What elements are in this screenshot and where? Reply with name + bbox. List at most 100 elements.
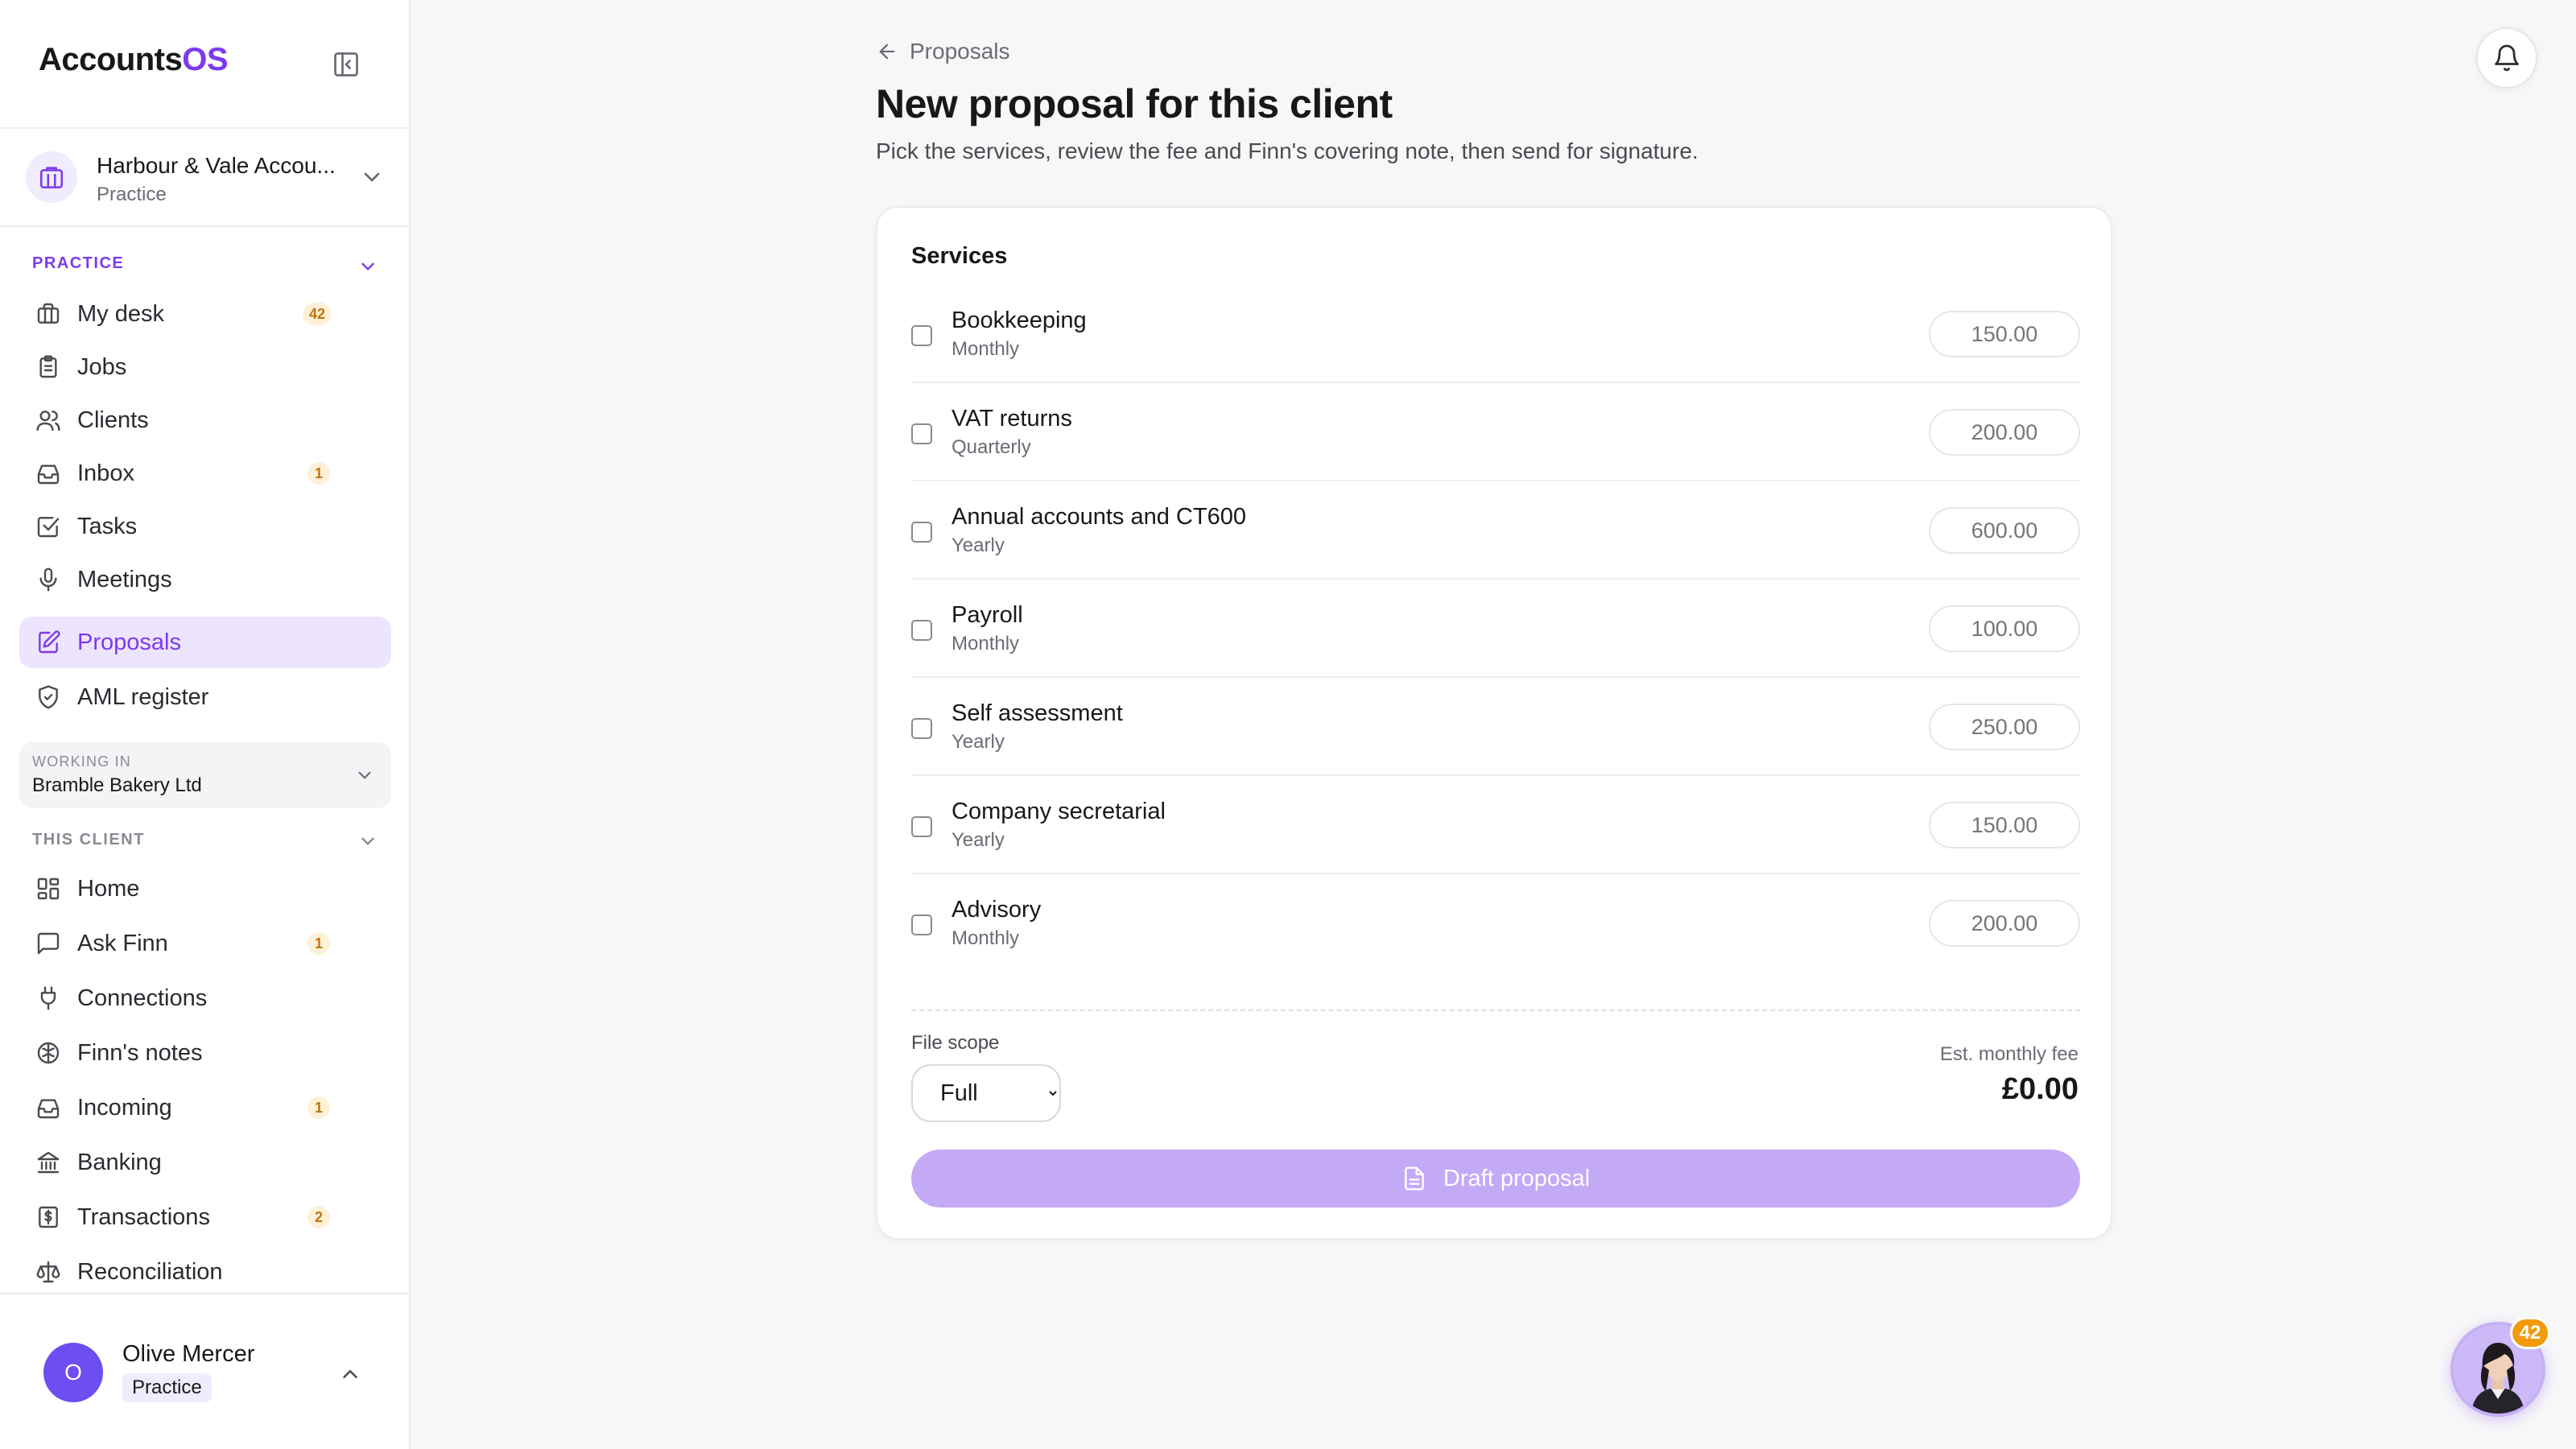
shield-icon <box>39 685 58 709</box>
file-scope-select[interactable]: Full <box>911 1064 1061 1122</box>
sidebar-item-proposals[interactable]: Proposals <box>19 617 391 668</box>
sidebar-item-inbox[interactable]: Inbox 1 <box>19 448 391 499</box>
sidebar: AccountsOS Harbour & Vale Accou... Pract… <box>0 0 411 1449</box>
chevron-down-icon <box>358 771 371 779</box>
page-subtitle: Pick the services, review the fee and Fi… <box>876 138 1699 163</box>
service-name: Advisory <box>952 897 1042 923</box>
divider <box>911 1009 2080 1011</box>
service-name: Company secretarial <box>952 799 1166 824</box>
draft-proposal-button[interactable]: Draft proposal <box>911 1150 2080 1208</box>
service-name: Payroll <box>952 602 1023 628</box>
service-checkbox[interactable] <box>911 620 932 641</box>
service-checkbox[interactable] <box>911 718 932 739</box>
logo-accent-text: OS <box>182 42 229 77</box>
app-logo[interactable]: AccountsOS <box>39 42 229 78</box>
service-price-input[interactable] <box>1929 704 2080 750</box>
sidebar-item-label: Incoming <box>77 1095 172 1121</box>
sidebar-item-incoming[interactable]: Incoming 1 <box>19 1082 391 1133</box>
notifications-button[interactable] <box>2476 27 2537 89</box>
draft-proposal-label: Draft proposal <box>1443 1165 1591 1191</box>
service-row-company-secretarial: Company secretarial Yearly £ <box>911 776 2080 874</box>
service-checkbox[interactable] <box>911 522 932 543</box>
service-row-advisory: Advisory Monthly £ <box>911 874 2080 972</box>
service-checkbox[interactable] <box>911 423 932 444</box>
sidebar-item-ask-finn[interactable]: Ask Finn 1 <box>19 918 391 969</box>
sidebar-item-banking[interactable]: Banking <box>19 1137 391 1188</box>
plug-icon <box>40 986 56 1010</box>
sidebar-item-meetings[interactable]: Meetings <box>19 554 391 605</box>
inbox-icon <box>37 464 60 485</box>
client-section-title: THIS CLIENT <box>32 831 145 848</box>
sidebar-item-label: Meetings <box>77 567 172 592</box>
scales-icon <box>36 1261 60 1283</box>
assistant-notification-badge: 42 <box>2510 1317 2550 1349</box>
sidebar-item-finns-notes[interactable]: Finn's notes <box>19 1027 391 1079</box>
chevron-up-icon <box>343 1370 357 1378</box>
chevron-down-icon <box>364 172 380 182</box>
working-in-client-selector[interactable]: WORKING IN Bramble Bakery Ltd <box>19 742 391 808</box>
working-in-label: WORKING IN <box>32 753 131 770</box>
service-price-input[interactable] <box>1929 311 2080 357</box>
service-row-payroll: Payroll Monthly £ <box>911 580 2080 678</box>
sidebar-item-label: Transactions <box>77 1204 210 1230</box>
user-role-badge: Practice <box>122 1373 212 1402</box>
service-frequency: Monthly <box>952 633 1020 654</box>
service-price-input[interactable] <box>1929 409 2080 456</box>
receipt-icon <box>39 1206 58 1228</box>
sidebar-item-label: Banking <box>77 1150 162 1175</box>
service-frequency: Yearly <box>952 535 1005 556</box>
sidebar-item-my-desk[interactable]: My desk 42 <box>19 288 391 340</box>
practice-section-chevron-icon[interactable] <box>357 256 378 277</box>
bell-icon <box>2495 44 2519 72</box>
users-icon <box>36 411 60 431</box>
breadcrumb[interactable]: Proposals <box>876 39 1010 64</box>
microphone-icon <box>39 568 57 592</box>
page-title: New proposal for this client <box>876 81 1393 126</box>
service-checkbox[interactable] <box>911 325 932 346</box>
chat-icon <box>37 932 60 955</box>
service-frequency: Yearly <box>952 829 1005 851</box>
bank-icon <box>37 1151 60 1174</box>
practice-switcher[interactable]: Harbour & Vale Accou... Practice <box>0 129 409 227</box>
sidebar-item-clients[interactable]: Clients <box>19 394 391 446</box>
service-frequency: Yearly <box>952 731 1005 753</box>
user-menu[interactable]: O Olive Mercer Practice <box>0 1293 409 1449</box>
file-scope-label: File scope <box>911 1032 1000 1054</box>
document-icon <box>1405 1166 1424 1191</box>
service-name: Bookkeeping <box>952 308 1087 333</box>
briefcase-icon <box>37 303 60 324</box>
sidebar-item-jobs[interactable]: Jobs <box>19 341 391 393</box>
sidebar-item-tasks[interactable]: Tasks <box>19 501 391 552</box>
sidebar-item-transactions[interactable]: Transactions 2 <box>19 1191 391 1243</box>
service-frequency: Monthly <box>952 338 1020 360</box>
service-name: Annual accounts and CT600 <box>952 504 1246 530</box>
logo-text: Accounts <box>39 42 183 77</box>
client-section-chevron-icon[interactable] <box>357 831 378 852</box>
sidebar-item-reconciliation[interactable]: Reconciliation <box>19 1246 391 1298</box>
sidebar-item-home[interactable]: Home <box>19 863 391 914</box>
service-price-input[interactable] <box>1929 605 2080 652</box>
services-card: Services Bookkeeping Monthly £ VAT retur… <box>876 206 2112 1240</box>
practice-avatar <box>26 151 77 203</box>
service-row-vat-returns: VAT returns Quarterly £ <box>911 383 2080 481</box>
sidebar-item-aml-register[interactable]: AML register <box>19 671 391 723</box>
service-checkbox[interactable] <box>911 914 932 935</box>
sidebar-item-connections[interactable]: Connections <box>19 972 391 1024</box>
service-name: Self assessment <box>952 700 1123 726</box>
clipboard-icon <box>39 355 57 378</box>
count-badge: 42 <box>303 303 332 325</box>
sidebar-item-label: My desk <box>77 301 164 327</box>
service-checkbox[interactable] <box>911 816 932 837</box>
sidebar-collapse-icon[interactable] <box>332 50 361 79</box>
logo-row: AccountsOS <box>0 0 409 129</box>
service-row-self-assessment: Self assessment Yearly £ <box>911 678 2080 776</box>
sidebar-item-label: Tasks <box>77 514 138 539</box>
grid-icon <box>37 877 60 900</box>
service-row-bookkeeping: Bookkeeping Monthly £ <box>911 285 2080 383</box>
practice-section-title: PRACTICE <box>32 254 125 272</box>
service-price-input[interactable] <box>1929 507 2080 554</box>
breadcrumb-proposals-link[interactable]: Proposals <box>910 39 1010 64</box>
service-price-input[interactable] <box>1929 802 2080 848</box>
fee-value: £0.00 <box>2001 1072 2079 1106</box>
service-price-input[interactable] <box>1929 900 2080 947</box>
